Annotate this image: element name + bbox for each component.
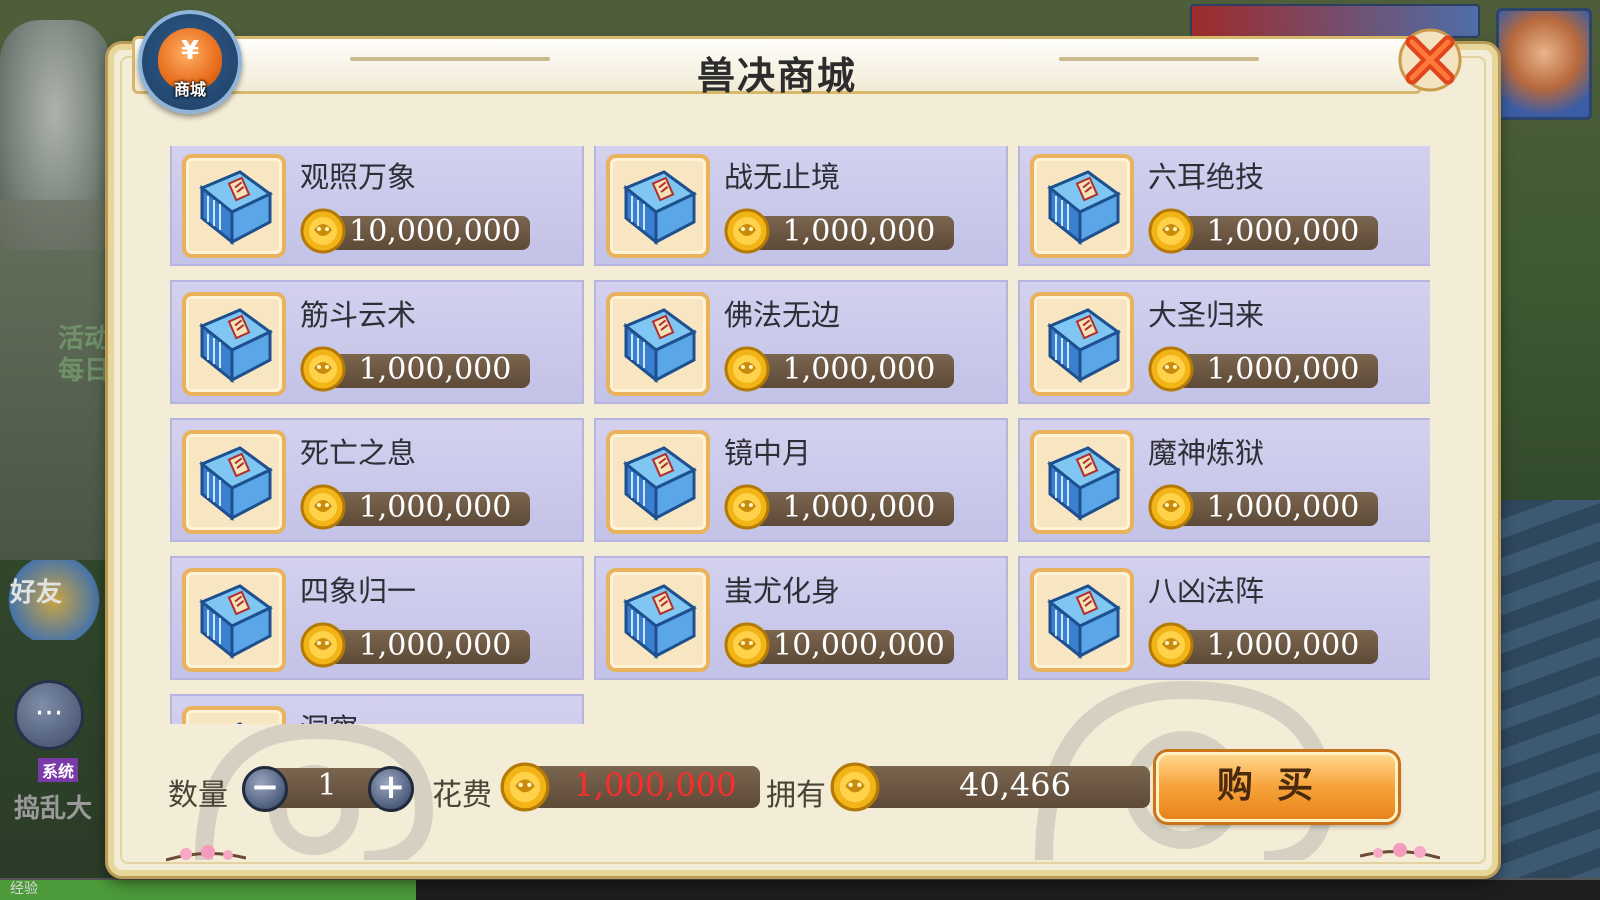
shop-item[interactable]: 大圣归来 1,000,000 — [1018, 280, 1430, 404]
skill-book-icon — [1030, 292, 1134, 396]
item-price: 1,000,000 — [358, 490, 512, 525]
system-message: 捣乱大 — [14, 794, 93, 824]
shop-item[interactable]: 八凶法阵 1,000,000 — [1018, 556, 1430, 680]
item-price: 1,000,000 — [358, 628, 512, 663]
shop-badge-label: 商城 — [173, 80, 206, 99]
skill-book-icon — [1030, 430, 1134, 534]
item-list[interactable]: 观照万象 10,000,000 战无止境 1,000,000 六耳绝技 1,000,000… — [170, 146, 1430, 724]
item-name: 镜中月 — [724, 436, 812, 470]
item-name: 死亡之息 — [300, 436, 417, 470]
gold-coin-icon — [830, 762, 880, 812]
player-portrait[interactable] — [1496, 8, 1592, 120]
shop-item[interactable]: 佛法无边 1,000,000 — [594, 280, 1008, 404]
item-name: 战无止境 — [724, 160, 841, 194]
item-price: 10,000,000 — [349, 214, 521, 249]
owned-label: 拥有 — [766, 778, 826, 813]
shop-badge: ¥ 商城 — [138, 10, 242, 114]
shop-item[interactable]: 四象归一 1,000,000 — [170, 556, 584, 680]
system-tag: 系统 — [38, 758, 79, 782]
cost-label: 花费 — [432, 778, 492, 813]
daily-label[interactable]: 每日 — [58, 350, 110, 387]
skill-book-icon — [606, 154, 710, 258]
item-price: 1,000,000 — [1206, 490, 1360, 525]
owned-value: 40,466 — [959, 766, 1071, 804]
skill-book-icon — [182, 292, 286, 396]
skill-book-icon — [182, 430, 286, 534]
item-name: 佛法无边 — [724, 298, 841, 332]
shop-item[interactable]: 洞察 — [170, 694, 584, 724]
exp-bar — [0, 878, 1600, 900]
item-name: 魔神炼狱 — [1148, 436, 1265, 470]
item-price: 1,000,000 — [782, 214, 936, 249]
item-price: 1,000,000 — [782, 490, 936, 525]
shop-item[interactable]: 镜中月 1,000,000 — [594, 418, 1008, 542]
friend-label: 好友 — [10, 578, 63, 608]
item-price: 1,000,000 — [1206, 352, 1360, 387]
item-name: 八凶法阵 — [1148, 574, 1265, 608]
skill-book-icon — [606, 292, 710, 396]
skill-book-icon — [182, 706, 286, 724]
item-name: 观照万象 — [300, 160, 417, 194]
item-name: 大圣归来 — [1148, 298, 1265, 332]
item-price: 10,000,000 — [773, 628, 945, 663]
item-name: 蚩尤化身 — [724, 574, 841, 608]
item-price: 1,000,000 — [1206, 214, 1360, 249]
item-name: 洞察 — [300, 706, 358, 724]
shop-item[interactable]: 战无止境 1,000,000 — [594, 146, 1008, 266]
buy-button[interactable]: 购买 — [1156, 752, 1398, 822]
skill-book-icon — [182, 568, 286, 672]
shop-item[interactable]: 六耳绝技 1,000,000 — [1018, 146, 1430, 266]
title-bar: 兽决商城 — [132, 36, 1422, 98]
close-button[interactable] — [1396, 26, 1464, 94]
cost-value: 1,000,000 — [573, 766, 737, 804]
skill-book-icon — [606, 568, 710, 672]
item-price: 1,000,000 — [1206, 628, 1360, 663]
quantity-label: 数量 — [168, 778, 228, 813]
shop-item[interactable]: 魔神炼狱 1,000,000 — [1018, 418, 1430, 542]
friend-button[interactable]: 好友 — [4, 560, 104, 640]
item-name: 四象归一 — [300, 574, 417, 608]
skill-book-icon — [182, 154, 286, 258]
exp-label: 经验 — [10, 881, 38, 897]
item-price: 1,000,000 — [782, 352, 936, 387]
gold-coin-icon — [500, 762, 550, 812]
skill-book-icon — [1030, 154, 1134, 258]
skill-book-icon — [606, 430, 710, 534]
close-x-icon — [1398, 28, 1462, 92]
item-name: 筋斗云术 — [300, 298, 417, 332]
chat-icon[interactable]: ··· — [14, 680, 84, 750]
shop-item[interactable]: 蚩尤化身 10,000,000 — [594, 556, 1008, 680]
yen-symbol: ¥ — [180, 36, 200, 66]
item-price: 1,000,000 — [358, 352, 512, 387]
increase-quantity-button[interactable]: + — [368, 766, 414, 812]
shop-item[interactable]: 观照万象 10,000,000 — [170, 146, 584, 266]
item-name: 六耳绝技 — [1148, 160, 1265, 194]
blossom-decoration — [1360, 843, 1440, 860]
blossom-decoration — [166, 845, 246, 862]
skill-book-icon — [1030, 568, 1134, 672]
decrease-quantity-button[interactable]: − — [242, 766, 288, 812]
shop-item[interactable]: 筋斗云术 1,000,000 — [170, 280, 584, 404]
shop-title: 兽决商城 — [696, 54, 857, 98]
shop-item[interactable]: 死亡之息 1,000,000 — [170, 418, 584, 542]
